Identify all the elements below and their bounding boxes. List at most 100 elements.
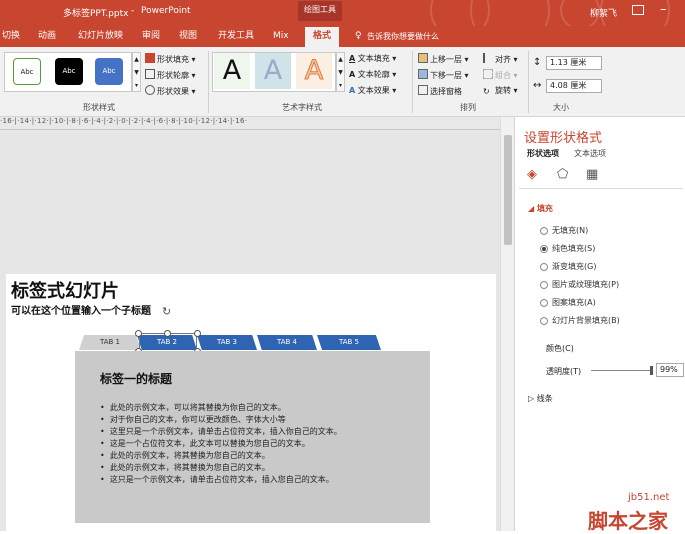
rotate-handle-icon[interactable]: ↻ — [162, 306, 174, 318]
line-section-header[interactable]: ▷ 线条 — [528, 393, 553, 404]
send-backward-button[interactable]: 下移一层 ▾ — [418, 69, 469, 82]
text-effect-icon: A — [349, 86, 356, 95]
lightbulb-icon: ♀ — [355, 31, 362, 41]
bullet-item: • 这是一个占位符文本，此文本可以替换为您自己的文本。 — [100, 439, 310, 448]
radio-background-fill[interactable] — [540, 317, 548, 325]
tab-animations[interactable]: 动画 — [38, 29, 56, 43]
rotate-button[interactable]: ↻ 旋转 ▾ — [483, 85, 518, 97]
slide-tab-5[interactable]: TAB 5 — [317, 335, 381, 350]
divider — [528, 51, 529, 113]
height-icon: ↕ — [533, 57, 542, 68]
shape-style-blue[interactable]: Abc — [95, 58, 123, 85]
wordart-style-3[interactable]: A — [296, 53, 332, 89]
watermark-brand: 脚本之家 — [588, 509, 668, 533]
text-fill-button[interactable]: A 文本填充 ▾ — [349, 53, 396, 65]
effects-icon[interactable]: ⬠ — [557, 167, 573, 183]
bullet-item: • 此处的示例文本，可以将其替换为你自己的文本。 — [100, 403, 286, 412]
horizontal-ruler[interactable]: ·16·|·14·|·12·|·10·|·8·|·6·|·4·|·2·|·0·|… — [0, 117, 500, 130]
text-fill-icon: A — [349, 54, 356, 63]
radio-no-fill[interactable] — [540, 227, 548, 235]
text-outline-icon: A — [349, 70, 356, 79]
transparency-slider[interactable] — [591, 370, 651, 371]
transparency-label: 透明度(T) — [546, 367, 582, 376]
tab-developer[interactable]: 开发工具 — [218, 29, 254, 43]
color-label: 颜色(C) — [546, 344, 574, 353]
tell-me-input[interactable]: 告诉我你想要做什么 — [367, 31, 439, 42]
resize-handle[interactable] — [164, 330, 171, 337]
resize-handle[interactable] — [135, 330, 142, 337]
shape-style-outline[interactable]: Abc — [13, 58, 41, 85]
shape-fill-button[interactable]: 形状填充 ▾ — [145, 53, 196, 66]
size-properties-icon[interactable]: ▦ — [586, 167, 602, 183]
app-name: PowerPoint — [141, 6, 191, 16]
width-icon: ↔ — [533, 80, 542, 91]
group-button[interactable]: 组合 ▾ — [483, 69, 518, 82]
bullet-item: • 此处的示例文本，将其替换为您自己的文本。 — [100, 451, 270, 460]
shape-style-black[interactable]: Abc — [55, 58, 83, 85]
tab-shape-options[interactable]: 形状选项 — [527, 148, 559, 159]
panel-title[interactable]: 标签一的标题 — [100, 370, 172, 387]
wordart-gallery-scroll[interactable]: ▲ ▼ ▾ — [336, 52, 345, 92]
user-name[interactable]: 柳絮飞 — [590, 6, 617, 19]
text-effect-button[interactable]: A 文本效果 ▾ — [349, 85, 396, 97]
context-tab-label: 绘图工具 — [298, 1, 342, 21]
wordart-style-1[interactable]: A — [214, 53, 250, 89]
label-gradient-fill: 渐变填充(G) — [552, 262, 597, 271]
group-label-size: 大小 — [553, 103, 569, 112]
ribbon-tabs: 切换 动画 幻灯片放映 审阅 视图 开发工具 Mix 格式 ♀ 告诉我你想要做什… — [0, 26, 685, 47]
tab-review[interactable]: 审阅 — [142, 29, 160, 43]
wordart-style-2[interactable]: A — [255, 53, 291, 89]
text-outline-button[interactable]: A 文本轮廓 ▾ — [349, 69, 396, 81]
vertical-scrollbar[interactable] — [500, 117, 514, 531]
height-input[interactable]: 1.13 厘米 — [546, 56, 602, 70]
pane-title: 设置形状格式 — [524, 131, 603, 146]
ribbon: Abc Abc Abc ▲ ▼ ▾ 形状填充 ▾ 形状轮廓 ▾ 形状效果 ▾ 形状样… — [0, 47, 685, 117]
scrollbar-thumb[interactable] — [504, 135, 512, 245]
group-label-arrange: 排列 — [460, 103, 476, 112]
transparency-slider-thumb[interactable] — [650, 366, 653, 375]
tab-text-options[interactable]: 文本选项 — [574, 148, 606, 159]
divider — [208, 51, 209, 113]
slide-title[interactable]: 标签式幻灯片 — [11, 277, 119, 303]
selection-pane-button[interactable]: 选择窗格 — [418, 85, 462, 98]
label-no-fill: 无填充(N) — [552, 226, 589, 235]
selection-pane-icon — [418, 85, 428, 95]
bullet-item: • 对于你自己的文本，你可以更改颜色、字体大小等 — [100, 415, 286, 424]
fill-section-header[interactable]: ◢ 填充 — [528, 203, 553, 214]
bring-forward-button[interactable]: 上移一层 ▾ — [418, 53, 469, 66]
radio-picture-fill[interactable] — [540, 281, 548, 289]
gallery-scroll[interactable]: ▲ ▼ ▾ — [132, 52, 141, 92]
watermark-site: jb51.net — [628, 492, 670, 503]
radio-pattern-fill[interactable] — [540, 299, 548, 307]
tab-slideshow[interactable]: 幻灯片放映 — [78, 29, 123, 43]
paint-bucket-icon — [145, 53, 155, 63]
pen-icon — [145, 69, 155, 79]
slide-subtitle[interactable]: 可以在这个位置输入一个子标题 — [11, 302, 151, 317]
tab-mix[interactable]: Mix — [273, 29, 289, 43]
label-pattern-fill: 图案填充(A) — [552, 298, 596, 307]
tab-view[interactable]: 视图 — [179, 29, 197, 43]
slide-tab-3[interactable]: TAB 3 — [197, 335, 257, 350]
align-button[interactable]: 对齐 ▾ — [483, 53, 518, 66]
rotate-icon: ↻ — [483, 87, 490, 96]
ribbon-display-icon[interactable] — [632, 5, 644, 15]
width-input[interactable]: 4.08 厘米 — [546, 79, 602, 93]
minimize-icon[interactable]: – — [660, 2, 667, 18]
label-background-fill: 幻灯片背景填充(B) — [552, 316, 620, 325]
fill-line-icon[interactable]: ◈ — [527, 167, 543, 183]
radio-solid-fill[interactable] — [540, 245, 548, 253]
tab-transitions[interactable]: 切换 — [2, 29, 20, 43]
transparency-input[interactable]: 99% — [656, 363, 684, 377]
bullet-item: • 这只是一个示例文本，请单击占位符文本，插入您自己的文本。 — [100, 475, 334, 484]
tab-format[interactable]: 格式 — [305, 27, 340, 47]
group-label-shape-styles: 形状样式 — [83, 103, 115, 112]
radio-gradient-fill[interactable] — [540, 263, 548, 271]
slide-tab-4[interactable]: TAB 4 — [257, 335, 317, 350]
slide-tab-1[interactable]: TAB 1 — [79, 335, 141, 350]
label-solid-fill: 纯色填充(S) — [552, 244, 596, 253]
shape-effect-button[interactable]: 形状效果 ▾ — [145, 85, 196, 98]
bring-forward-icon — [418, 53, 428, 63]
resize-handle[interactable] — [194, 330, 201, 337]
shape-outline-button[interactable]: 形状轮廓 ▾ — [145, 69, 196, 82]
divider — [519, 188, 683, 189]
